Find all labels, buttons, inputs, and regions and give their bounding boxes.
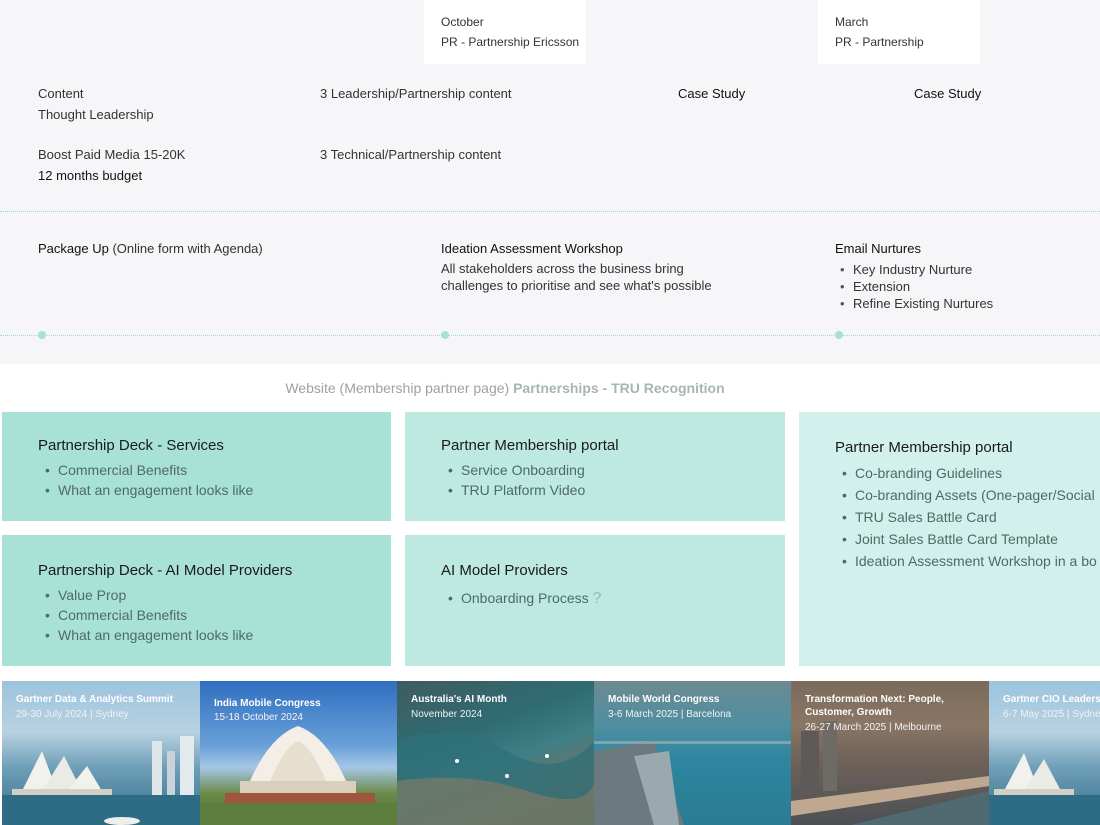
ai-model-providers-box: AI Model Providers Onboarding Process ? <box>405 535 785 666</box>
event-tile-mwc[interactable]: Mobile World Congress 3-6 March 2025 | B… <box>594 681 792 825</box>
event-tile-ai-month[interactable]: Australia's AI Month November 2024 <box>397 681 595 825</box>
card-label: PR - Partnership Ericsson <box>441 35 580 49</box>
partnership-deck-services-box: Partnership Deck - Services Commercial B… <box>2 412 391 521</box>
caption-prefix: Website (Membership partner page) <box>285 380 514 396</box>
technical-content: 3 Technical/Partnership content <box>320 147 502 162</box>
box-list: Service Onboarding TRU Platform Video <box>443 460 585 500</box>
list-item: Commercial Benefits <box>45 605 253 625</box>
box-title: Partnership Deck - AI Model Providers <box>38 562 293 579</box>
timeline-node <box>441 331 449 339</box>
timeline-line <box>0 335 1100 336</box>
case-study-1: Case Study <box>678 86 746 101</box>
list-item: TRU Sales Battle Card <box>842 506 1097 528</box>
ideation-desc-2: challenges to prioritise and see what's … <box>441 278 712 293</box>
case-study-2: Case Study <box>914 86 982 101</box>
event-tile-transformation-next[interactable]: Transformation Next: People, Customer, G… <box>791 681 989 825</box>
event-tile-gartner-cio[interactable]: Gartner CIO Leaders 6-7 May 2025 | Sydne… <box>989 681 1100 825</box>
box-title: Partner Membership portal <box>835 439 1013 456</box>
timeline-node <box>38 331 46 339</box>
list-item-text: Onboarding Process <box>461 590 589 606</box>
website-caption: Website (Membership partner page) Partne… <box>0 380 1010 396</box>
ideation-workshop: Ideation Assessment Workshop All stakeho… <box>441 239 712 294</box>
box-list: Onboarding Process ? <box>443 588 601 609</box>
box-title: Partnership Deck - Services <box>38 437 224 454</box>
list-item: Value Prop <box>45 585 253 605</box>
list-item: Co-branding Guidelines <box>842 462 1097 484</box>
box-list: Value Prop Commercial Benefits What an e… <box>40 585 253 645</box>
event-date: 15-18 October 2024 <box>214 712 303 723</box>
list-item: TRU Platform Video <box>448 480 585 500</box>
box-list: Co-branding Guidelines Co-branding Asset… <box>837 462 1097 572</box>
card-month: October <box>441 15 484 29</box>
list-item: Co-branding Assets (One-pager/Social <box>842 484 1097 506</box>
list-item: Joint Sales Battle Card Template <box>842 528 1097 550</box>
list-item: Ideation Assessment Workshop in a bo <box>842 550 1097 572</box>
package-up-title: Package Up <box>38 241 109 256</box>
march-card: March PR - Partnership <box>818 0 980 64</box>
event-title: Gartner Data & Analytics Summit <box>16 694 173 705</box>
email-title: Email Nurtures <box>835 241 921 256</box>
partner-portal-box: Partner Membership portal Service Onboar… <box>405 412 785 521</box>
event-title: Mobile World Congress <box>608 694 720 705</box>
package-up: Package Up (Online form with Agenda) <box>38 239 263 259</box>
ideation-title: Ideation Assessment Workshop <box>441 241 623 256</box>
list-item: Key Industry Nurture <box>840 261 993 278</box>
boost-paid-media: Boost Paid Media 15-20K <box>38 147 186 162</box>
timeline-divider <box>0 211 1100 212</box>
timeline-node <box>835 331 843 339</box>
list-item: Service Onboarding <box>448 460 585 480</box>
october-card: October PR - Partnership Ericsson <box>424 0 586 64</box>
email-nurtures: Email Nurtures Key Industry Nurture Exte… <box>835 239 993 312</box>
event-tile-india-mobile[interactable]: India Mobile Congress 15-18 October 2024 <box>200 681 398 825</box>
caption-bold: Partnerships - TRU Recognition <box>513 380 725 396</box>
budget-label: 12 months budget <box>38 168 143 183</box>
list-item: Commercial Benefits <box>45 460 253 480</box>
event-date: 26-27 March 2025 | Melbourne <box>805 722 942 733</box>
content-label: Content <box>38 86 84 101</box>
event-date: 3-6 March 2025 | Barcelona <box>608 709 732 720</box>
partner-portal-box-2: Partner Membership portal Co-branding Gu… <box>799 412 1100 666</box>
list-item: Refine Existing Nurtures <box>840 295 993 312</box>
box-title: Partner Membership portal <box>441 437 619 454</box>
box-list: Commercial Benefits What an engagement l… <box>40 460 253 500</box>
event-title: India Mobile Congress <box>214 698 321 709</box>
package-up-note: (Online form with Agenda) <box>108 241 263 256</box>
event-tile-gartner-data[interactable]: Gartner Data & Analytics Summit 29-30 Ju… <box>2 681 200 825</box>
email-list: Key Industry Nurture Extension Refine Ex… <box>835 261 993 312</box>
leadership-content: 3 Leadership/Partnership content <box>320 86 512 101</box>
list-item: What an engagement looks like <box>45 480 253 500</box>
list-item: Extension <box>840 278 993 295</box>
ideation-desc-1: All stakeholders across the business bri… <box>441 261 684 276</box>
event-date: 6-7 May 2025 | Sydney <box>1003 709 1100 720</box>
event-date: November 2024 <box>411 709 483 720</box>
list-item: Onboarding Process ? <box>448 588 602 609</box>
event-title: Gartner CIO Leaders <box>1003 694 1100 705</box>
thought-leadership-label: Thought Leadership <box>38 107 154 122</box>
question-mark-icon: ? <box>592 590 602 607</box>
event-title: Transformation Next: People, Customer, G… <box>805 694 944 718</box>
list-item: What an engagement looks like <box>45 625 253 645</box>
event-date: 29-30 July 2024 | Sydney <box>16 709 129 720</box>
box-title: AI Model Providers <box>441 562 568 579</box>
card-label: PR - Partnership <box>835 35 924 49</box>
card-month: March <box>835 15 869 29</box>
event-title: Australia's AI Month <box>411 694 507 705</box>
partnership-deck-ai-box: Partnership Deck - AI Model Providers Va… <box>2 535 391 666</box>
